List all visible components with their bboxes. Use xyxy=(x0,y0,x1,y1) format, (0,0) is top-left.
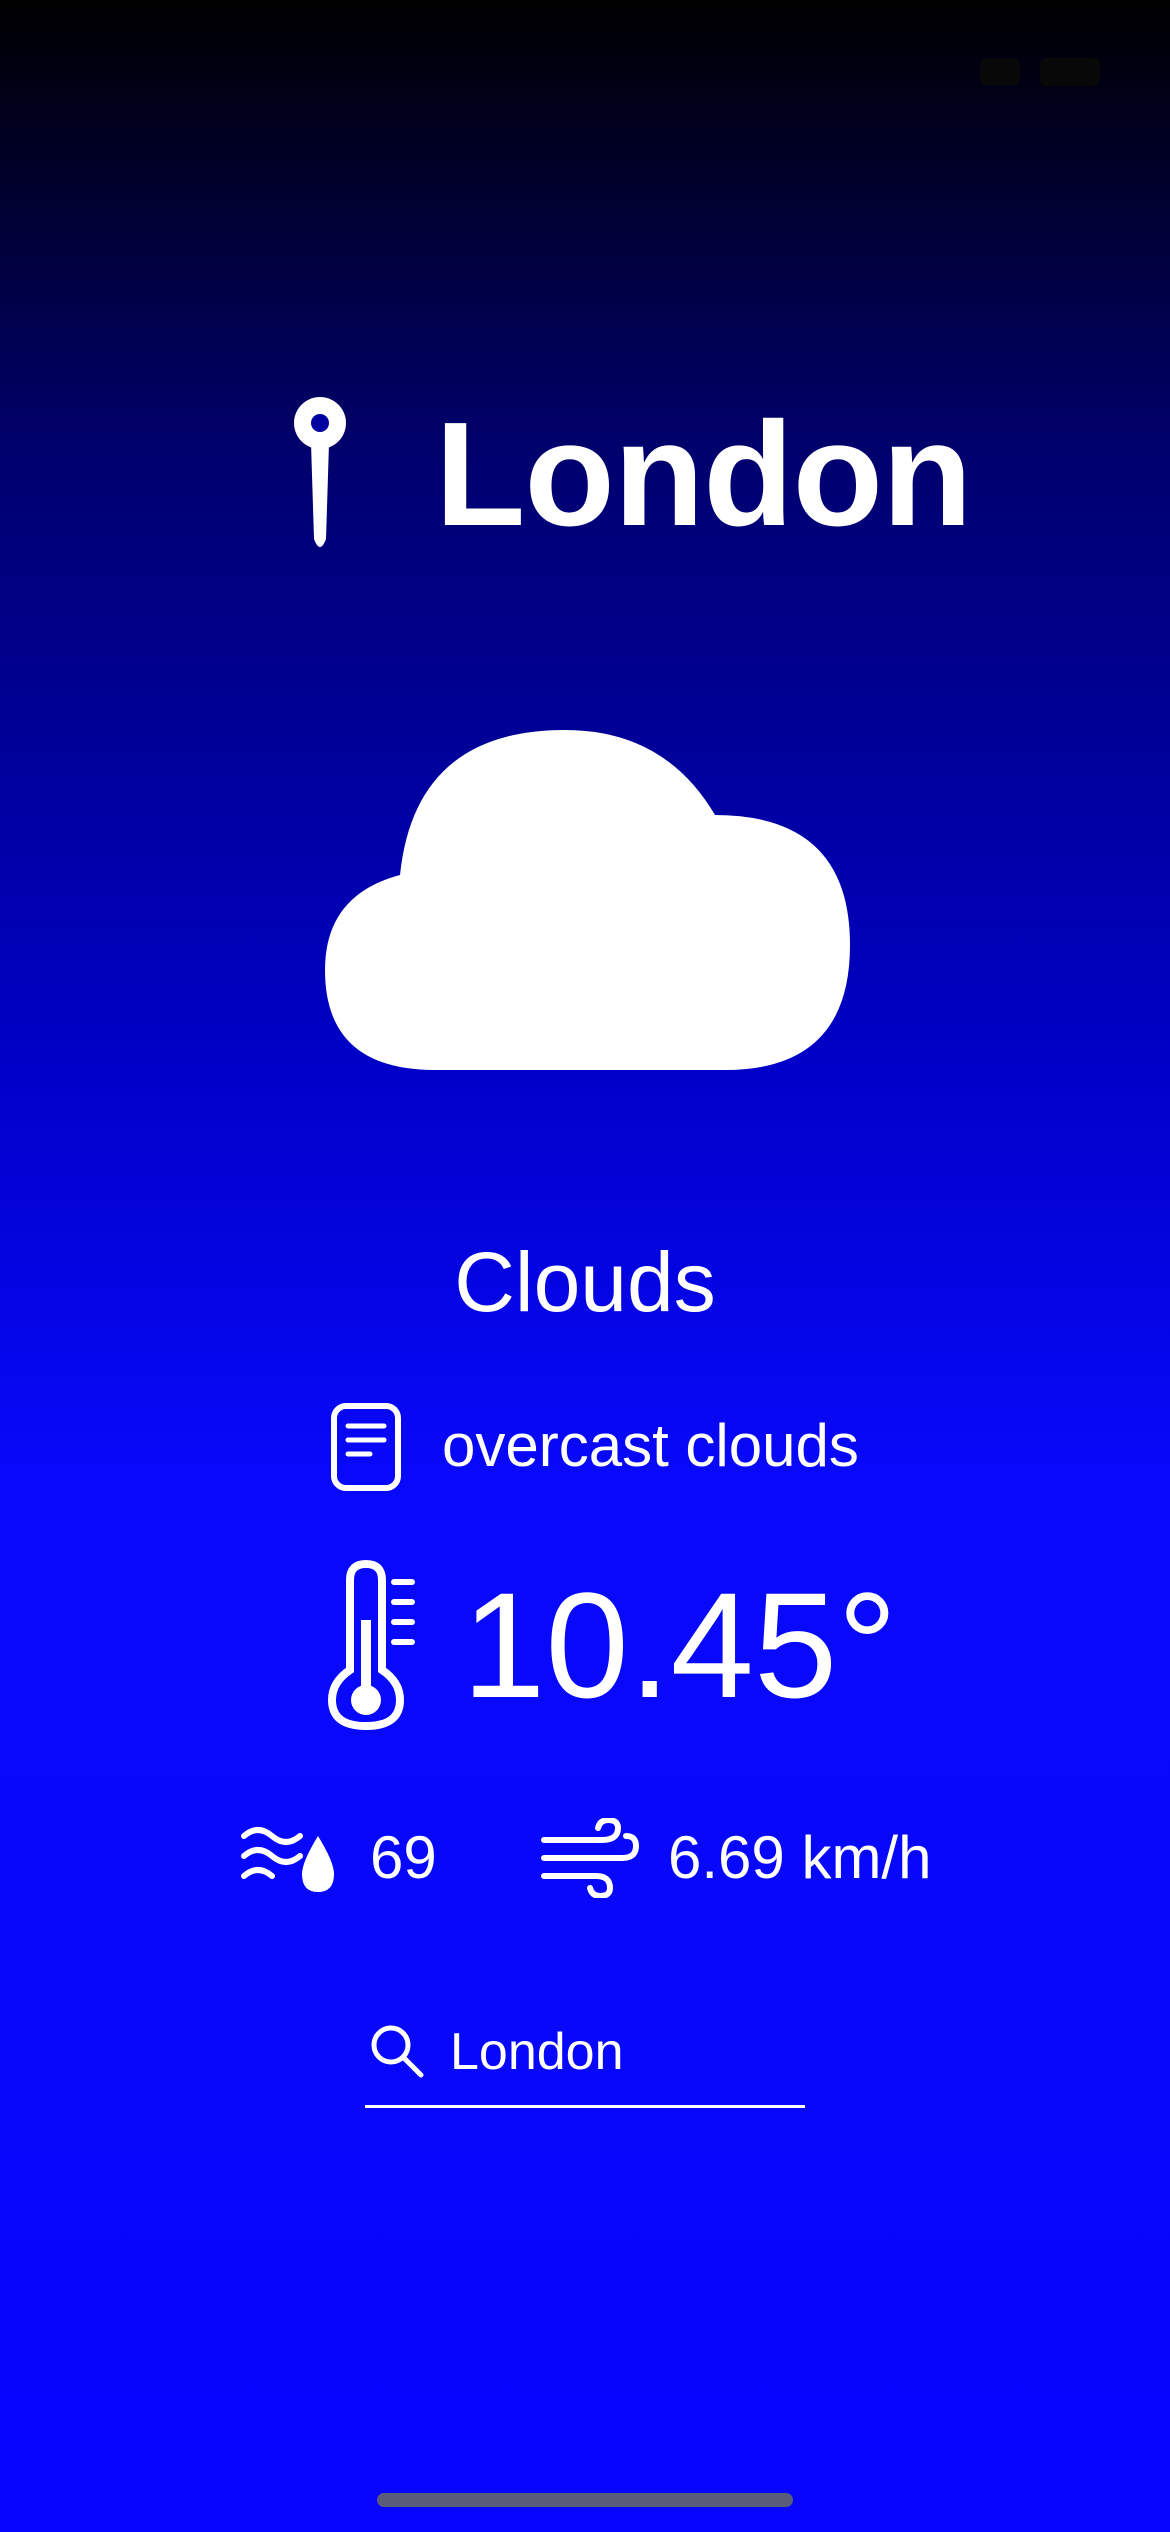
doc-text-icon xyxy=(331,1403,401,1491)
wind-speed-value: 6.69 km/h xyxy=(668,1824,932,1891)
search-input[interactable] xyxy=(450,2017,790,2087)
city-search-field[interactable] xyxy=(365,2005,805,2108)
humidity-value: 69 xyxy=(370,1824,437,1891)
temperature-value: 10.45° xyxy=(462,1561,898,1729)
wind-icon xyxy=(541,1818,640,1898)
status-indicators xyxy=(980,58,1100,86)
cloud-icon xyxy=(325,730,850,1070)
weather-condition: Clouds xyxy=(454,1235,716,1329)
thermometer-icon xyxy=(327,1560,415,1730)
home-indicator[interactable] xyxy=(377,2493,793,2507)
weather-screen: London Clouds overcast clouds 10.45° 69 … xyxy=(0,0,1170,2532)
battery-icon xyxy=(1040,58,1100,86)
status-bar xyxy=(0,0,1170,140)
city-name: London xyxy=(435,392,972,557)
weather-description: overcast clouds xyxy=(442,1412,859,1479)
signal-icon xyxy=(980,59,1020,85)
magnifying-glass-icon xyxy=(371,2025,424,2078)
location-header: London xyxy=(280,385,980,565)
pin-icon xyxy=(294,397,346,547)
humidity-icon xyxy=(241,1827,334,1892)
